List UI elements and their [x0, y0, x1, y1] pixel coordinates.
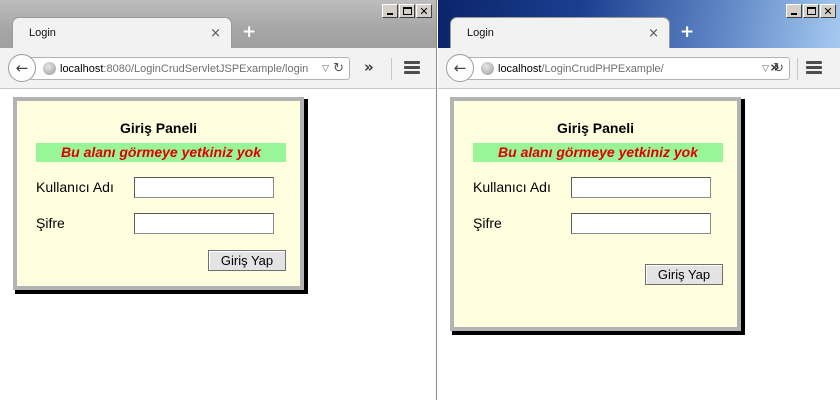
browser-window-right: ✕ Login × + localhost/LoginCrudPHPExampl…	[438, 0, 840, 400]
login-panel: Giriş Paneli Bu alanı görmeye yetkiniz y…	[13, 97, 304, 290]
minimize-button[interactable]	[382, 4, 398, 18]
reload-icon[interactable]: ↻	[333, 61, 344, 76]
username-input[interactable]	[134, 177, 274, 198]
maximize-icon	[402, 7, 412, 15]
titlebar: ✕ Login × +	[438, 0, 840, 48]
url-path: /LoginCrudPHPExample/	[541, 62, 664, 75]
back-button[interactable]: ←	[446, 54, 474, 82]
password-label: Şifre	[473, 215, 502, 231]
page-viewport: Giriş Paneli Bu alanı görmeye yetkiniz y…	[438, 89, 840, 400]
globe-icon	[481, 62, 494, 75]
url-path: :8080/LoginCrudServletJSPExample/login	[103, 62, 309, 75]
back-arrow-icon: ←	[453, 58, 467, 77]
globe-icon	[43, 62, 56, 75]
new-tab-icon[interactable]: +	[680, 22, 694, 42]
url-bar[interactable]: localhost:8080/LoginCrudServletJSPExampl…	[30, 57, 350, 80]
url-bar[interactable]: localhost/LoginCrudPHPExample/ ▽ ↻	[468, 57, 790, 80]
toolbar-divider	[797, 58, 798, 80]
tab-close-icon[interactable]: ×	[210, 26, 221, 41]
browser-window-left: ✕ Login × + localhost:8080/LoginCrudServ…	[0, 0, 437, 400]
url-host: localhost	[60, 62, 104, 75]
password-input[interactable]	[134, 213, 274, 234]
minimize-icon	[387, 13, 393, 15]
window-controls: ✕	[382, 4, 432, 18]
username-input[interactable]	[571, 177, 711, 198]
unauthorized-alert: Bu alanı görmeye yetkiniz yok	[36, 143, 286, 162]
login-panel: Giriş Paneli Bu alanı görmeye yetkiniz y…	[450, 97, 741, 331]
maximize-button[interactable]	[803, 4, 819, 18]
new-tab-icon[interactable]: +	[242, 22, 256, 42]
unauthorized-alert: Bu alanı görmeye yetkiniz yok	[473, 143, 723, 162]
close-window-button[interactable]: ✕	[820, 4, 836, 18]
username-label: Kullanıcı Adı	[473, 179, 551, 195]
close-icon: ✕	[419, 4, 429, 18]
navigation-bar: localhost/LoginCrudPHPExample/ ▽ ↻ ← »	[438, 48, 840, 89]
password-label: Şifre	[36, 215, 65, 231]
username-label: Kullanıcı Adı	[36, 179, 114, 195]
hamburger-menu-icon[interactable]	[806, 61, 822, 74]
maximize-icon	[806, 7, 816, 15]
login-button[interactable]: Giriş Yap	[645, 264, 723, 285]
navigation-bar: localhost:8080/LoginCrudServletJSPExampl…	[0, 48, 436, 89]
titlebar: ✕ Login × +	[0, 0, 436, 48]
back-button[interactable]: ←	[8, 54, 36, 82]
maximize-button[interactable]	[399, 4, 415, 18]
panel-title: Giriş Paneli	[119, 120, 198, 136]
url-dropdown-icon[interactable]: ▽	[762, 64, 769, 74]
window-controls: ✕	[786, 4, 836, 18]
chevron-double-right-icon[interactable]: »	[770, 58, 780, 76]
close-window-button[interactable]: ✕	[416, 4, 432, 18]
url-text[interactable]: localhost/LoginCrudPHPExample/	[498, 63, 758, 75]
tab-close-icon[interactable]: ×	[648, 26, 659, 41]
tab-title: Login	[29, 27, 56, 39]
close-icon: ✕	[823, 4, 833, 18]
page-viewport: Giriş Paneli Bu alanı görmeye yetkiniz y…	[0, 89, 436, 400]
panel-title: Giriş Paneli	[556, 120, 635, 136]
url-text[interactable]: localhost:8080/LoginCrudServletJSPExampl…	[60, 63, 318, 75]
url-host: localhost	[498, 62, 542, 75]
back-arrow-icon: ←	[15, 58, 29, 77]
minimize-button[interactable]	[786, 4, 802, 18]
password-input[interactable]	[571, 213, 711, 234]
tab-login[interactable]: Login ×	[450, 17, 670, 48]
url-dropdown-icon[interactable]: ▽	[322, 64, 329, 74]
tab-login[interactable]: Login ×	[12, 17, 232, 48]
chevron-double-right-icon[interactable]: »	[364, 58, 374, 76]
tab-title: Login	[467, 27, 494, 39]
minimize-icon	[791, 13, 797, 15]
login-button[interactable]: Giriş Yap	[208, 250, 286, 271]
toolbar-divider	[391, 58, 392, 80]
hamburger-menu-icon[interactable]	[404, 61, 420, 74]
